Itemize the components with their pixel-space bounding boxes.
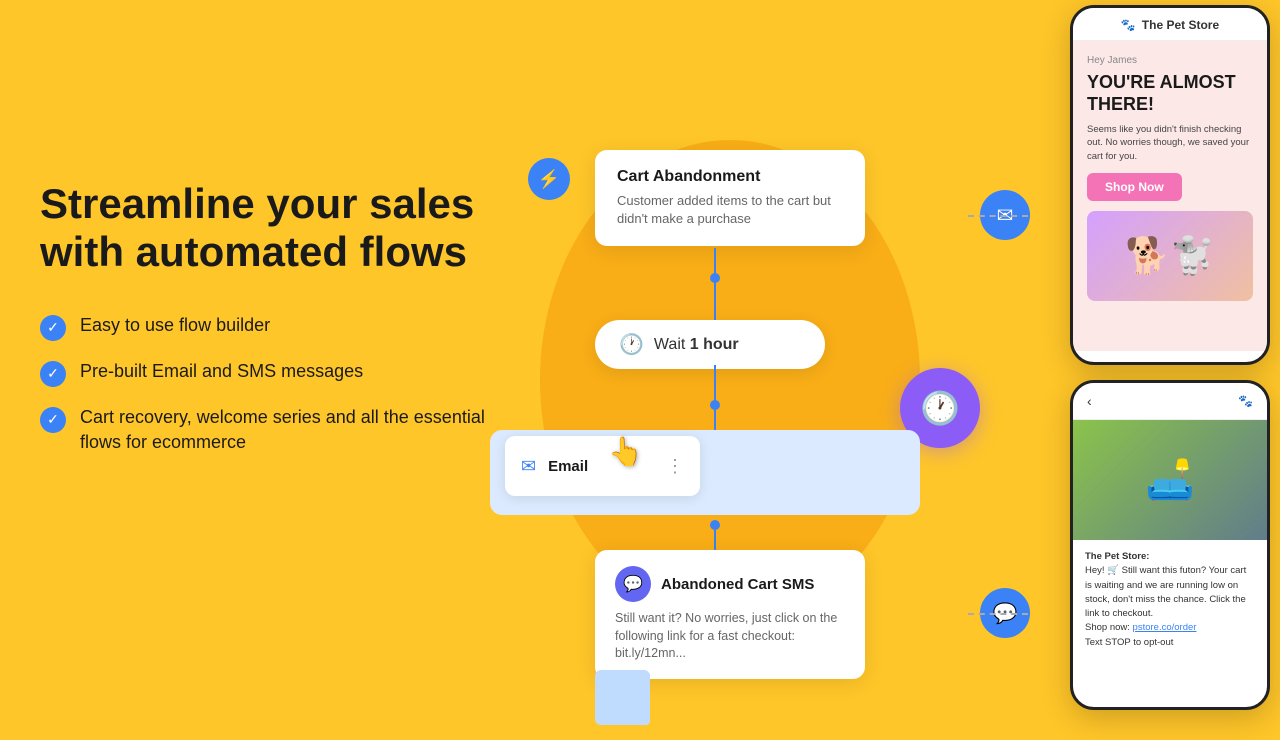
wait-clock-icon: 🕐 [619, 332, 644, 357]
phone-top-body: Seems like you didn't finish checking ou… [1087, 123, 1253, 163]
phone-bottom-header: ‹ 🐾 [1073, 383, 1267, 420]
headline: Streamline your sales with automated flo… [40, 180, 520, 277]
sms-title: Abandoned Cart SMS [661, 576, 814, 593]
wait-card: 🕐 Wait 1 hour [595, 320, 825, 369]
phone-top-greeting: Hey James [1087, 55, 1253, 66]
check-icon-1: ✓ [40, 315, 66, 341]
feature-item-2: ✓ Pre-built Email and SMS messages [40, 359, 520, 387]
paw-icon: 🐾 [1121, 18, 1136, 32]
left-section: Streamline your sales with automated flo… [40, 180, 520, 455]
feature-item-3: ✓ Cart recovery, welcome series and all … [40, 405, 520, 455]
trigger-title: Cart Abandonment [617, 168, 843, 186]
wait-duration: 1 hour [690, 336, 739, 353]
sms-header: 💬 Abandoned Cart SMS [615, 566, 845, 602]
sms-icon: 💬 [623, 574, 643, 594]
connector-line-3 [714, 365, 716, 403]
check-icon-2: ✓ [40, 361, 66, 387]
feature-list: ✓ Easy to use flow builder ✓ Pre-built E… [40, 313, 520, 455]
doc-shape-tab [618, 700, 650, 725]
dashed-line-sms [968, 613, 1028, 615]
phone-top-dogs-image: 🐕🐩 [1087, 211, 1253, 301]
sms-card: 💬 Abandoned Cart SMS Still want it? No w… [595, 550, 865, 679]
feature-item-1: ✓ Easy to use flow builder [40, 313, 520, 341]
dashed-line-email [968, 215, 1028, 217]
phone-bottom-text: The Pet Store: Hey! 🛒 Still want this fu… [1073, 540, 1267, 660]
phone-top-store-name: The Pet Store [1142, 18, 1219, 32]
check-icon-3: ✓ [40, 407, 66, 433]
phone-top-content: Hey James YOU'RE ALMOST THERE! Seems lik… [1073, 41, 1267, 351]
shop-now-button[interactable]: Shop Now [1087, 173, 1182, 201]
email-card[interactable]: ✉ Email ⋮ [505, 436, 700, 496]
trigger-desc: Customer added items to the cart but did… [617, 192, 843, 228]
phone-bottom: ‹ 🐾 🛋️ The Pet Store: Hey! 🛒 Still want … [1070, 380, 1270, 710]
flow-diagram: ⚡ Cart Abandonment Customer added items … [500, 60, 970, 740]
wait-label: Wait [654, 336, 685, 353]
phone-bottom-store: The Pet Store: [1085, 551, 1149, 562]
email-more-icon[interactable]: ⋮ [666, 456, 684, 477]
trigger-icon-circle: ⚡ [528, 158, 570, 200]
wait-text: Wait 1 hour [654, 336, 739, 354]
phone-bottom-link[interactable]: pstore.co/order [1133, 622, 1197, 633]
sms-icon-circle: 💬 [615, 566, 651, 602]
feature-text-3: Cart recovery, welcome series and all th… [80, 405, 520, 455]
phones-section: 🐾 The Pet Store Hey James YOU'RE ALMOST … [1050, 0, 1280, 720]
sms-description: Still want it? No worries, just click on… [615, 610, 845, 663]
email-icon: ✉ [521, 456, 536, 477]
phone-top-headline: YOU'RE ALMOST THERE! [1087, 72, 1253, 115]
lightning-icon: ⚡ [538, 169, 560, 190]
feature-text-1: Easy to use flow builder [80, 313, 270, 338]
email-label: Email [548, 458, 588, 475]
back-arrow[interactable]: ‹ [1087, 393, 1092, 409]
cursor-hand: 👆 [608, 435, 643, 468]
phone-bottom-paw: 🐾 [1238, 394, 1253, 408]
connector-line-2 [714, 282, 716, 320]
cart-abandonment-card: Cart Abandonment Customer added items to… [595, 150, 865, 246]
phone-top-header: 🐾 The Pet Store [1073, 8, 1267, 41]
clock-icon: 🕐 [920, 389, 960, 427]
phone-top: 🐾 The Pet Store Hey James YOU'RE ALMOST … [1070, 5, 1270, 365]
feature-text-2: Pre-built Email and SMS messages [80, 359, 363, 384]
connector-dot-3 [710, 520, 720, 530]
phone-bottom-image: 🛋️ [1073, 420, 1267, 540]
